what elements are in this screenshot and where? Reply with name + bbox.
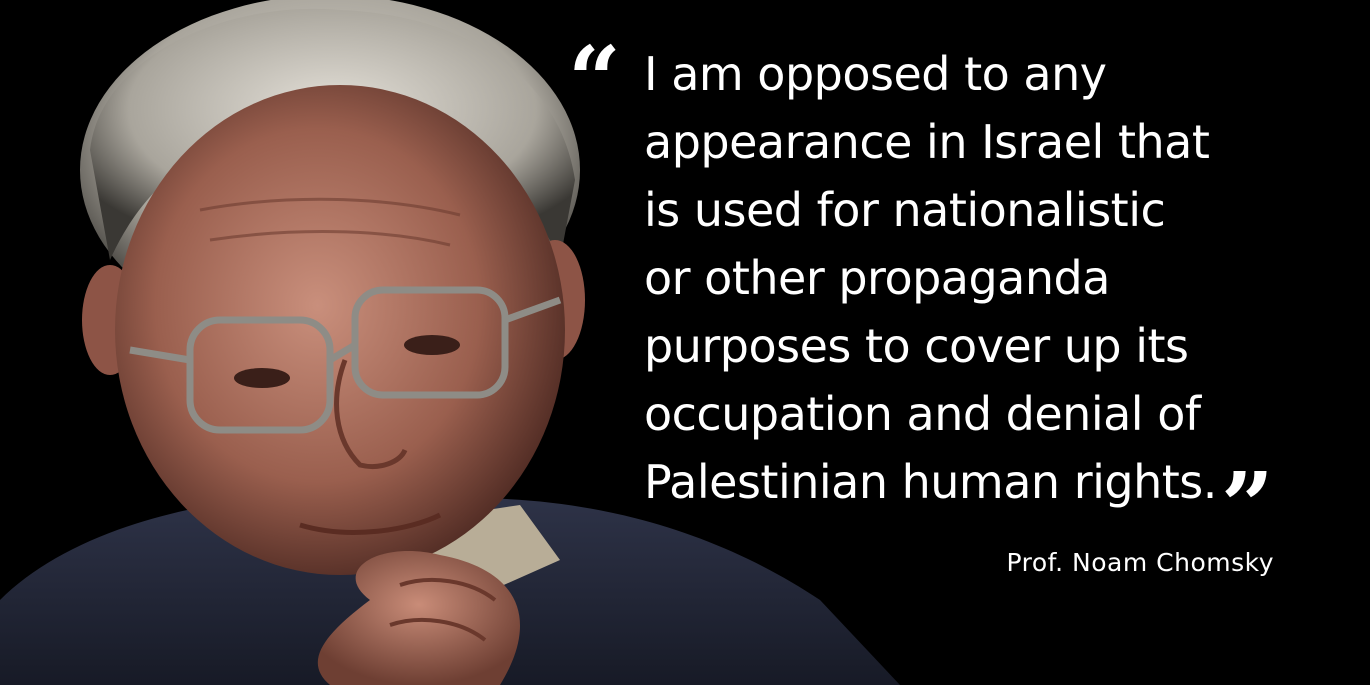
quote-line-last-text: Palestinian human rights. xyxy=(644,455,1217,509)
quote-text: I am opposed to any appearance in Israel… xyxy=(644,40,1274,552)
open-quote-mark: “ xyxy=(568,26,621,134)
quote-line: is used for nationalistic xyxy=(644,183,1166,237)
close-quote-mark: ” xyxy=(1220,452,1274,560)
quote-line: I am opposed to any xyxy=(644,47,1107,101)
quote-line: purposes to cover up its xyxy=(644,319,1189,373)
quote-line: or other propaganda xyxy=(644,251,1110,305)
quote-line: occupation and denial of xyxy=(644,387,1201,441)
quote-card: “ I am opposed to any appearance in Isra… xyxy=(0,0,1370,685)
attribution: Prof. Noam Chomsky xyxy=(1006,548,1274,577)
quote-line-last: Palestinian human rights.” xyxy=(644,448,1274,552)
face-shape xyxy=(115,85,565,575)
quote-line: appearance in Israel that xyxy=(644,115,1210,169)
